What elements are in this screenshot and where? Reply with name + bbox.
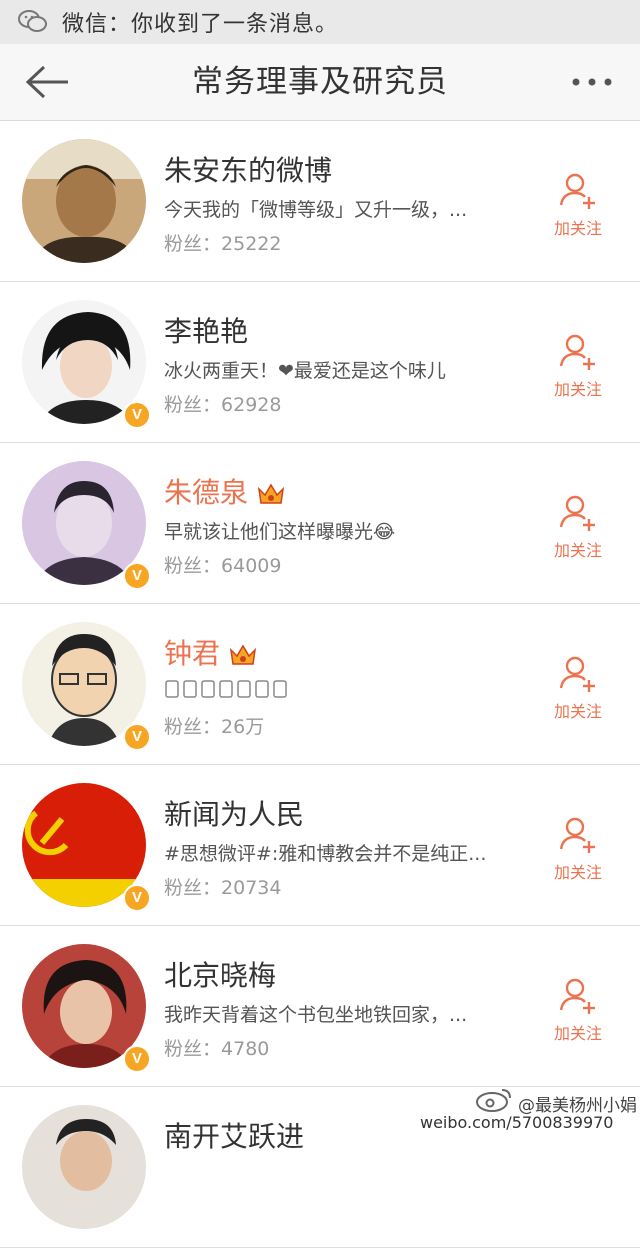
back-arrow-icon[interactable] xyxy=(24,64,72,100)
add-user-icon xyxy=(559,173,595,209)
fans-count: 粉丝：20734 xyxy=(164,877,282,899)
notification-text: 微信：你收到了一条消息。 xyxy=(62,12,339,37)
avatar[interactable] xyxy=(22,1105,146,1229)
placeholder-glyphs-icon xyxy=(165,680,287,698)
verified-badge: V xyxy=(123,1045,151,1073)
more-options-icon[interactable] xyxy=(570,64,614,100)
follow-button[interactable]: 加关注 xyxy=(548,654,608,724)
user-description: 冰火两重天！❤最爱还是这个味儿 xyxy=(164,360,446,382)
watermark-url: weibo.com/5700839970 xyxy=(420,1113,614,1132)
wechat-icon xyxy=(18,9,48,35)
verified-badge: V xyxy=(123,401,151,429)
fans-count: 粉丝：4780 xyxy=(164,1038,270,1060)
follow-label: 加关注 xyxy=(553,1024,602,1043)
list-item[interactable]: 朱安东的微博 今天我的「微博等级」又升一级，... 粉丝：25222 加关注 xyxy=(0,121,640,282)
fans-count: 粉丝：25222 xyxy=(164,233,282,255)
follow-button[interactable]: 加关注 xyxy=(548,815,608,885)
user-description: #思想微评#:雅和博教会并不是纯正... xyxy=(164,843,487,865)
weibo-watermark: @最美杨州小娟 weibo.com/5700839970 xyxy=(420,1085,640,1137)
notification-bar[interactable]: 微信：你收到了一条消息。 xyxy=(0,0,640,44)
weibo-logo-icon xyxy=(476,1089,511,1112)
list-item[interactable]: V 李艳艳 冰火两重天！❤最爱还是这个味儿 粉丝：62928 加关注 xyxy=(0,282,640,443)
fans-count: 粉丝：64009 xyxy=(164,555,282,577)
user-description: 早就该让他们这样曝曝光😂 xyxy=(164,521,396,543)
fans-count: 粉丝：26万 xyxy=(164,716,265,738)
user-name[interactable]: 朱德泉 xyxy=(164,471,286,511)
verified-badge: V xyxy=(123,562,151,590)
vip-crown-icon xyxy=(229,644,257,665)
add-user-icon xyxy=(559,817,595,853)
user-name[interactable]: 李艳艳 xyxy=(164,310,248,350)
add-user-icon xyxy=(559,495,595,531)
follow-label: 加关注 xyxy=(553,219,602,238)
add-user-icon xyxy=(559,334,595,370)
follow-label: 加关注 xyxy=(553,702,602,721)
list-item[interactable]: V 朱德泉 早就该让他们这样曝曝光😂 粉丝：64009 加关注 xyxy=(0,443,640,604)
user-description: 我昨天背着这个书包坐地铁回家，... xyxy=(164,1004,468,1026)
follow-button[interactable]: 加关注 xyxy=(548,171,608,241)
vip-crown-icon xyxy=(257,483,285,504)
follow-label: 加关注 xyxy=(553,541,602,560)
top-bar: 常务理事及研究员 xyxy=(0,44,640,121)
add-user-icon xyxy=(559,978,595,1014)
verified-badge: V xyxy=(123,884,151,912)
user-list: 朱安东的微博 今天我的「微博等级」又升一级，... 粉丝：25222 加关注 V xyxy=(0,121,640,1248)
fans-count: 粉丝：62928 xyxy=(164,394,282,416)
follow-button[interactable]: 加关注 xyxy=(548,493,608,563)
avatar[interactable] xyxy=(22,139,146,263)
user-description: 今天我的「微博等级」又升一级，... xyxy=(164,199,468,221)
user-description xyxy=(164,678,514,705)
user-name[interactable]: 新闻为人民 xyxy=(164,793,304,833)
follow-button[interactable]: 加关注 xyxy=(548,332,608,402)
add-user-icon xyxy=(559,656,595,692)
follow-button[interactable]: 加关注 xyxy=(548,976,608,1046)
follow-label: 加关注 xyxy=(553,863,602,882)
user-name[interactable]: 南开艾跃进 xyxy=(164,1115,304,1155)
follow-label: 加关注 xyxy=(553,380,602,399)
user-name[interactable]: 北京晓梅 xyxy=(164,954,276,994)
user-name[interactable]: 朱安东的微博 xyxy=(164,149,332,189)
list-item[interactable]: V 新闻为人民 #思想微评#:雅和博教会并不是纯正... 粉丝：20734 加关… xyxy=(0,765,640,926)
verified-badge: V xyxy=(123,723,151,751)
list-item[interactable]: V 北京晓梅 我昨天背着这个书包坐地铁回家，... 粉丝：4780 加关注 xyxy=(0,926,640,1087)
user-name[interactable]: 钟君 xyxy=(164,632,258,672)
list-item[interactable]: V 钟君 粉丝：26万 加关注 xyxy=(0,604,640,765)
page-title: 常务理事及研究员 xyxy=(192,64,448,100)
